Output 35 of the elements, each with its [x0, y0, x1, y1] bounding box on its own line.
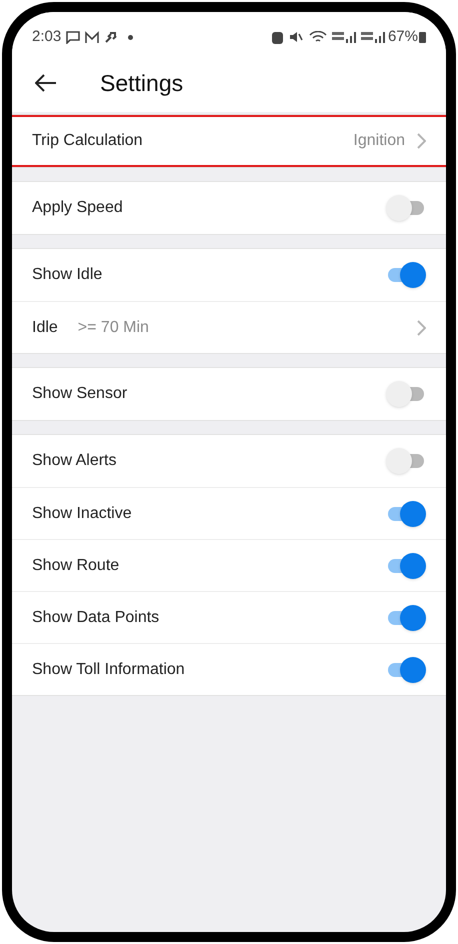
row-label: Show Toll Information [32, 660, 186, 680]
battery-level: 67% [388, 26, 418, 47]
mail-icon [84, 30, 100, 44]
signal-icon [330, 30, 356, 44]
row-label: Show Sensor [32, 384, 128, 404]
row-label: Show Alerts [32, 451, 118, 471]
row-label: Apply Speed [32, 198, 124, 218]
row-label: Idle [32, 318, 58, 338]
row-label: Show Inactive [32, 504, 133, 524]
row-label: Trip Calculation [32, 131, 143, 151]
message-icon [65, 30, 82, 44]
toggle-switch[interactable] [386, 381, 426, 407]
toggle-switch[interactable] [386, 552, 426, 578]
arrows-icon [104, 30, 118, 44]
row-label: Show Idle [32, 265, 104, 285]
toggle-switch[interactable] [386, 262, 426, 288]
row-value: Ignition [353, 131, 405, 151]
battery-icon [419, 31, 426, 43]
signal-icon [358, 30, 385, 44]
toggle-switch[interactable] [386, 604, 426, 630]
toggle-switch[interactable] [386, 195, 426, 221]
toggle-switch[interactable] [386, 500, 426, 526]
row-value: >= 70 Min [78, 318, 149, 338]
wifi-icon [308, 30, 327, 44]
chevron-icon [417, 133, 426, 149]
toggle-switch[interactable] [386, 656, 426, 682]
page-title: Settings [100, 68, 184, 98]
toggle-switch[interactable] [386, 448, 426, 474]
row-label: Show Data Points [32, 608, 160, 628]
dot-icon [128, 34, 134, 40]
status-time: 2:03 [32, 26, 62, 47]
chevron-icon [417, 320, 426, 336]
mute-icon [288, 31, 303, 43]
settings-row[interactable]: Trip Calculation Ignition [12, 115, 446, 167]
row-label: Show Route [32, 556, 120, 576]
